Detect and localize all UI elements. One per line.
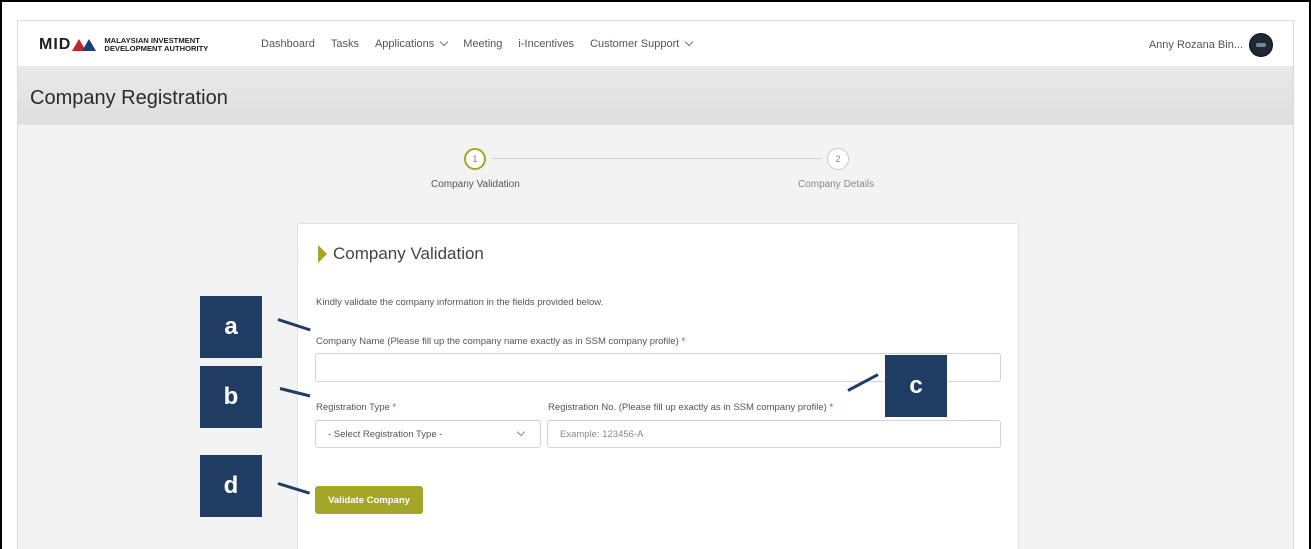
top-navigation-bar: MI D MALAYSIAN INVESTMENT DEVELOPMENT AUT… xyxy=(18,21,1293,67)
intro-text: Kindly validate the company information … xyxy=(316,297,604,308)
company-name-label: Company Name (Please fill up the company… xyxy=(316,336,686,347)
registration-type-value: - Select Registration Type - xyxy=(328,428,443,440)
required-marker: * xyxy=(829,402,834,413)
logo-text: MALAYSIAN INVESTMENT DEVELOPMENT AUTHORI… xyxy=(104,36,209,53)
callout-c: c xyxy=(885,355,947,417)
registration-no-label: Registration No. (Please fill up exactly… xyxy=(548,402,834,413)
callout-d: d xyxy=(200,455,262,517)
nav-item-i-incentives[interactable]: i-Incentives xyxy=(518,38,574,50)
page-header: Company Registration xyxy=(18,67,1293,125)
nav-item-applications[interactable]: Applications xyxy=(375,37,449,50)
avatar[interactable] xyxy=(1249,33,1273,57)
registration-type-select[interactable]: - Select Registration Type - xyxy=(315,420,541,448)
nav-item-customer-support[interactable]: Customer Support xyxy=(590,37,694,50)
card-title-text: Company Validation xyxy=(333,244,484,263)
registration-type-label: Registration Type * xyxy=(316,402,397,413)
callout-a: a xyxy=(200,296,262,358)
logo-mark: MI D xyxy=(39,36,97,54)
chevron-down-icon xyxy=(440,37,449,47)
user-name: Anny Rozana Bin... xyxy=(1148,39,1243,51)
page-title: Company Registration xyxy=(30,87,228,109)
user-menu[interactable]: Anny Rozana Bin... xyxy=(1149,33,1273,57)
mida-logo[interactable]: MI D MALAYSIAN INVESTMENT DEVELOPMENT AUT… xyxy=(39,36,208,54)
step-1-label: Company Validation xyxy=(431,179,520,190)
required-marker: * xyxy=(392,402,397,413)
step-1-indicator: 1 xyxy=(464,148,486,170)
step-2-label: Company Details xyxy=(798,179,875,190)
chevron-down-icon xyxy=(516,427,526,437)
nav-item-dashboard[interactable]: Dashboard xyxy=(261,38,315,50)
card-title: Company Validation xyxy=(318,244,484,264)
chevron-right-icon xyxy=(318,245,327,263)
nav-item-meeting[interactable]: Meeting xyxy=(463,38,502,50)
stepper-connector xyxy=(492,158,822,159)
callout-b: b xyxy=(200,366,262,428)
nav-item-tasks[interactable]: Tasks xyxy=(331,38,359,50)
registration-stepper: 1 2 Company Validation Company Details xyxy=(18,125,1293,215)
registration-no-input[interactable]: Example: 123456-A xyxy=(547,420,1001,448)
required-marker: * xyxy=(681,336,686,347)
chevron-down-icon xyxy=(685,37,694,47)
logo-flag-icon xyxy=(82,39,97,51)
step-2-indicator: 2 xyxy=(827,148,849,170)
main-nav: Dashboard Tasks Applications Meeting i-I… xyxy=(261,21,694,67)
validate-company-button[interactable]: Validate Company xyxy=(315,486,423,514)
